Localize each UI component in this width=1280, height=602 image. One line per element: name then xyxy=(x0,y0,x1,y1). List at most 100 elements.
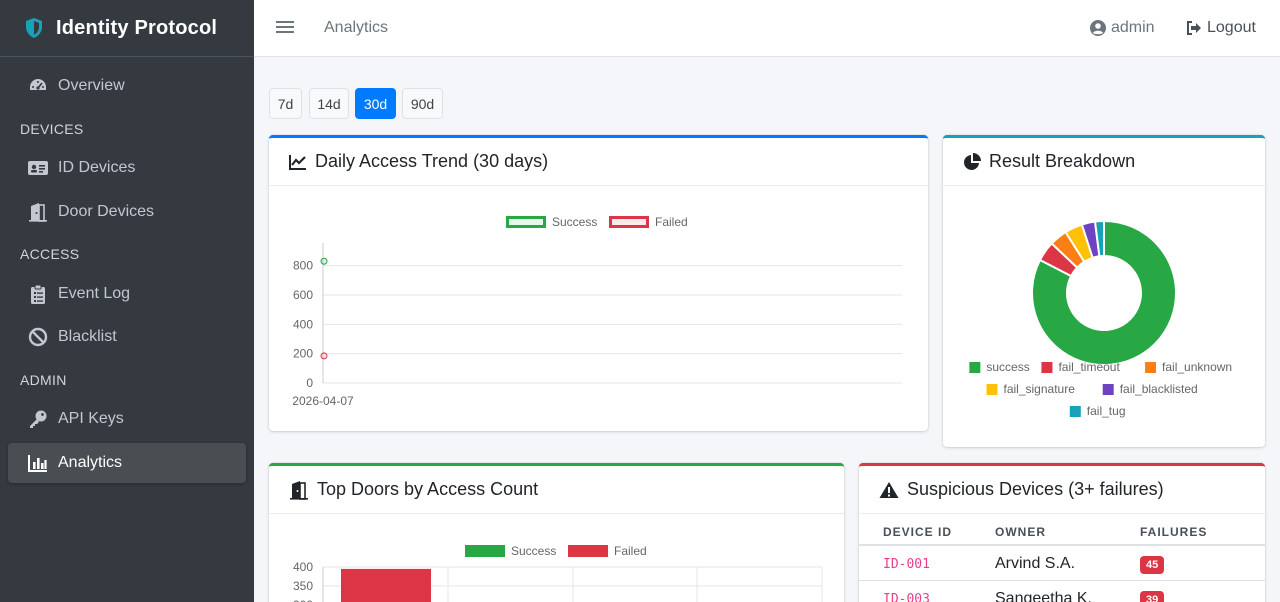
legend-swatch xyxy=(1069,406,1081,417)
sidebar-item-label: Event Log xyxy=(58,285,131,302)
sidebar-item-analytics[interactable]: Analytics xyxy=(8,443,246,483)
sidebar: Identity Protocol Overview DEVICES ID De… xyxy=(0,0,254,602)
user-menu[interactable]: admin xyxy=(1090,19,1155,37)
data-point-failed xyxy=(320,352,328,360)
row-divider xyxy=(859,580,1265,581)
card-header: Top Doors by Access Count xyxy=(269,466,844,514)
legend-label: fail_signature xyxy=(1004,382,1076,396)
legend-label: fail_unknown xyxy=(1162,360,1232,374)
sidebar-header-access: ACCESS xyxy=(20,246,80,262)
legend-swatch xyxy=(1041,362,1053,373)
legend-swatch xyxy=(506,216,546,228)
sidebar-header-admin: ADMIN xyxy=(20,372,67,388)
sidebar-item-api-keys[interactable]: API Keys xyxy=(8,399,246,439)
owner-name: Sangeetha K. xyxy=(995,590,1092,602)
pie-chart: success fail_timeout fail_unknown fail_sign… xyxy=(969,219,1232,418)
top-doors-card: Top Doors by Access Count Success Failed… xyxy=(269,463,844,602)
topbar: Analytics admin Logout xyxy=(254,0,1280,57)
app-title: Identity Protocol xyxy=(56,16,218,39)
sidebar-item-blacklist[interactable]: Blacklist xyxy=(8,317,246,357)
range-button-90d[interactable]: 90d xyxy=(402,88,443,119)
sidebar-item-event-log[interactable]: Event Log xyxy=(8,274,246,314)
tachometer-icon xyxy=(28,76,48,96)
bar-failed xyxy=(341,568,431,602)
warning-icon xyxy=(879,481,899,498)
card-header: Result Breakdown xyxy=(943,138,1265,186)
legend-swatch xyxy=(1102,384,1114,395)
legend-swatch xyxy=(969,362,981,373)
range-button-7d[interactable]: 7d xyxy=(269,88,302,119)
door-icon xyxy=(290,480,308,500)
column-header-device-id[interactable]: DEVICE ID xyxy=(883,525,952,539)
brand[interactable]: Identity Protocol xyxy=(0,0,254,57)
legend-label: fail_blacklisted xyxy=(1120,382,1198,396)
legend-swatch xyxy=(1145,362,1157,373)
door-icon xyxy=(28,202,48,222)
logout-link[interactable]: Logout xyxy=(1186,19,1256,37)
legend-item-failed[interactable]: Failed xyxy=(609,215,688,229)
table-header-divider xyxy=(859,544,1265,546)
daily-trend-card: Daily Access Trend (30 days) Success Fai… xyxy=(269,135,928,431)
legend-label: Failed xyxy=(614,544,647,558)
key-icon xyxy=(28,409,48,429)
y-tick-label: 200 xyxy=(293,347,313,361)
shield-icon xyxy=(26,18,42,38)
result-breakdown-card: Result Breakdown success fail_timeout fail… xyxy=(943,135,1265,447)
data-point-success xyxy=(320,257,328,265)
clipboard-icon xyxy=(28,284,48,304)
sidebar-item-id-devices[interactable]: ID Devices xyxy=(8,148,246,188)
sidebar-header-devices: DEVICES xyxy=(20,121,84,137)
device-id[interactable]: ID-003 xyxy=(883,592,930,602)
breadcrumb[interactable]: Analytics xyxy=(324,19,388,37)
legend-label: success xyxy=(986,360,1029,374)
failures-badge: 45 xyxy=(1140,556,1165,574)
sidebar-item-label: ID Devices xyxy=(58,159,136,176)
sidebar-item-label: Blacklist xyxy=(58,328,117,345)
column-header-owner[interactable]: OWNER xyxy=(995,525,1046,539)
legend-swatch xyxy=(609,216,649,228)
user-name: admin xyxy=(1111,19,1155,36)
y-tick-label: 300 xyxy=(293,598,313,602)
legend-label: fail_tug xyxy=(1087,404,1126,418)
menu-toggle-icon[interactable] xyxy=(276,18,294,38)
range-button-30d[interactable]: 30d xyxy=(355,88,396,119)
suspicious-devices-card: Suspicious Devices (3+ failures) DEVICE … xyxy=(859,463,1265,602)
legend-item-fail_tug[interactable]: fail_tug xyxy=(1069,404,1126,418)
column-header-failures[interactable]: FAILURES xyxy=(1140,525,1207,539)
legend-item-success[interactable]: Success xyxy=(465,544,556,558)
legend-label: Success xyxy=(552,215,598,229)
y-tick-label: 800 xyxy=(293,259,313,273)
legend-item-success[interactable]: success xyxy=(969,360,1030,374)
logout-label: Logout xyxy=(1207,19,1256,36)
sidebar-item-label: Door Devices xyxy=(58,203,155,220)
y-tick-label: 350 xyxy=(293,579,313,593)
ban-icon xyxy=(28,327,48,347)
legend-item-failed[interactable]: Failed xyxy=(568,544,647,558)
legend-item-fail_timeout[interactable]: fail_timeout xyxy=(1041,360,1120,374)
device-id[interactable]: ID-001 xyxy=(883,557,930,572)
legend-label: Failed xyxy=(655,215,688,229)
chart-line-icon xyxy=(289,154,306,170)
card-title: Daily Access Trend (30 days) xyxy=(315,151,549,171)
legend-item-fail_unknown[interactable]: fail_unknown xyxy=(1145,360,1232,374)
sidebar-item-door-devices[interactable]: Door Devices xyxy=(8,192,246,232)
id-card-icon xyxy=(28,158,48,178)
legend-item-success[interactable]: Success xyxy=(506,215,597,229)
sidebar-item-overview[interactable]: Overview xyxy=(8,66,246,106)
legend-item-fail_blacklisted[interactable]: fail_blacklisted xyxy=(1102,382,1198,396)
y-tick-label: 400 xyxy=(293,560,313,574)
sign-out-icon xyxy=(1187,21,1201,35)
legend-swatch xyxy=(568,545,608,557)
y-tick-label: 600 xyxy=(293,288,313,302)
trend-chart: 0 200 400 600 800 2026-04-07 xyxy=(292,243,902,408)
x-tick-label: 2026-04-07 xyxy=(292,394,354,408)
y-tick-label: 0 xyxy=(306,376,313,390)
legend-item-fail_signature[interactable]: fail_signature xyxy=(986,382,1076,396)
legend-label: Success xyxy=(511,544,557,558)
legend-swatch xyxy=(986,384,998,395)
chart-pie-icon xyxy=(964,152,981,170)
doors-bar-chart: 300 350 400 xyxy=(293,560,823,602)
sidebar-item-label: Analytics xyxy=(58,454,123,471)
legend-label: fail_timeout xyxy=(1058,360,1120,374)
range-button-14d[interactable]: 14d xyxy=(309,88,349,119)
